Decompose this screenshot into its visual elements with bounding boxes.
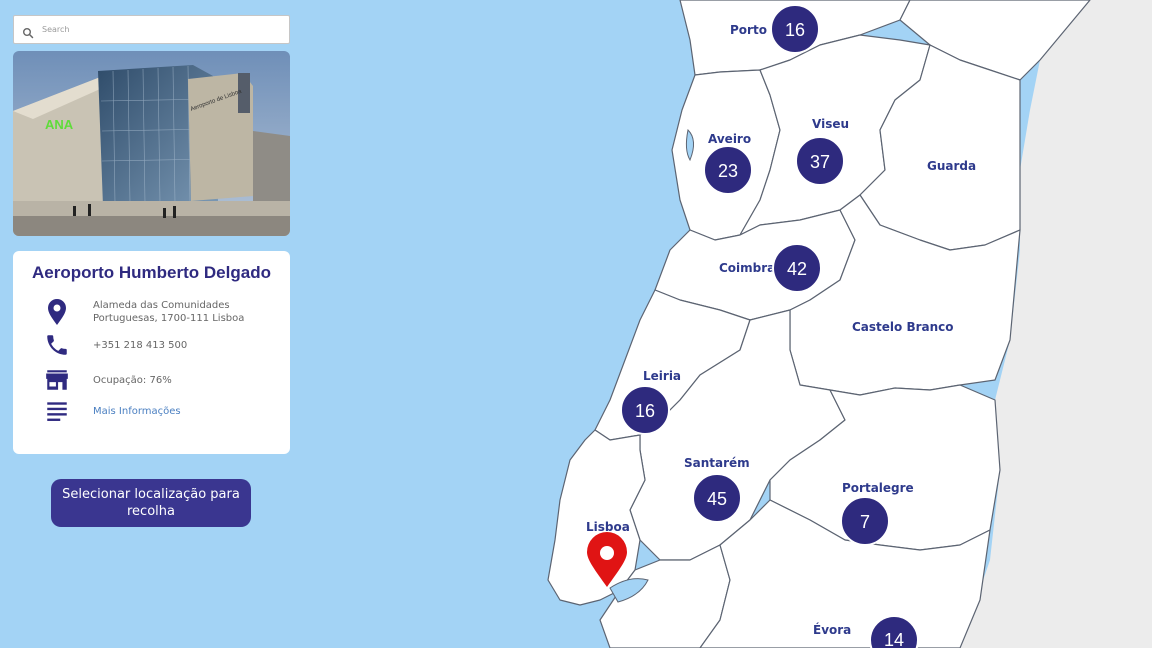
- label-lisboa: Lisboa: [586, 520, 630, 534]
- label-portalegre: Portalegre: [842, 481, 914, 495]
- address-row: Alameda das Comunidades Portuguesas, 170…: [43, 298, 283, 326]
- label-porto: Porto: [730, 23, 767, 37]
- location-photo: ANA Aeroporto de Lisboa: [13, 51, 290, 236]
- cluster-viseu[interactable]: 37: [795, 136, 845, 186]
- cluster-santarem[interactable]: 45: [692, 473, 742, 523]
- phone-icon: [43, 331, 71, 359]
- details-row: Mais Informações: [43, 397, 283, 425]
- svg-text:7: 7: [860, 512, 870, 532]
- label-castelo-branco: Castelo Branco: [852, 320, 954, 334]
- label-viseu: Viseu: [812, 117, 849, 131]
- label-leiria: Leiria: [643, 369, 681, 383]
- cluster-portalegre[interactable]: 7: [840, 496, 890, 546]
- label-santarem: Santarém: [684, 456, 750, 470]
- occupancy-row: Ocupação: 76%: [43, 366, 283, 394]
- address-line-2: Portuguesas, 1700-111 Lisboa: [93, 313, 245, 324]
- address-line-1: Alameda das Comunidades: [93, 300, 230, 311]
- label-evora: Évora: [813, 622, 851, 637]
- svg-text:45: 45: [707, 489, 727, 509]
- search-box[interactable]: [13, 15, 290, 44]
- svg-text:37: 37: [810, 152, 830, 172]
- svg-text:16: 16: [635, 401, 655, 421]
- cluster-porto[interactable]: 16: [770, 4, 820, 54]
- svg-text:42: 42: [787, 259, 807, 279]
- more-info-link[interactable]: Mais Informações: [93, 405, 181, 418]
- label-guarda: Guarda: [927, 159, 976, 173]
- store-icon: [43, 366, 71, 394]
- details-list-icon: [43, 397, 71, 425]
- location-card: Aeroporto Humberto Delgado Alameda das C…: [13, 251, 290, 454]
- svg-text:16: 16: [785, 20, 805, 40]
- location-pin-icon: [43, 298, 71, 326]
- search-icon: [22, 24, 34, 38]
- phone-row: +351 218 413 500: [43, 331, 283, 359]
- svg-text:14: 14: [884, 630, 904, 648]
- phone-number[interactable]: +351 218 413 500: [93, 339, 187, 352]
- location-title: Aeroporto Humberto Delgado: [32, 263, 271, 282]
- cluster-leiria[interactable]: 16: [620, 385, 670, 435]
- photo-sign: ANA: [45, 117, 74, 132]
- label-aveiro: Aveiro: [708, 132, 751, 146]
- select-pickup-button[interactable]: Selecionar localização para recolha: [51, 479, 251, 527]
- search-input[interactable]: [42, 25, 272, 34]
- occupancy-text: Ocupação: 76%: [93, 374, 172, 386]
- svg-text:23: 23: [718, 161, 738, 181]
- label-coimbra: Coimbra: [719, 261, 775, 275]
- cluster-aveiro[interactable]: 23: [703, 145, 753, 195]
- cluster-coimbra[interactable]: 42: [772, 243, 822, 293]
